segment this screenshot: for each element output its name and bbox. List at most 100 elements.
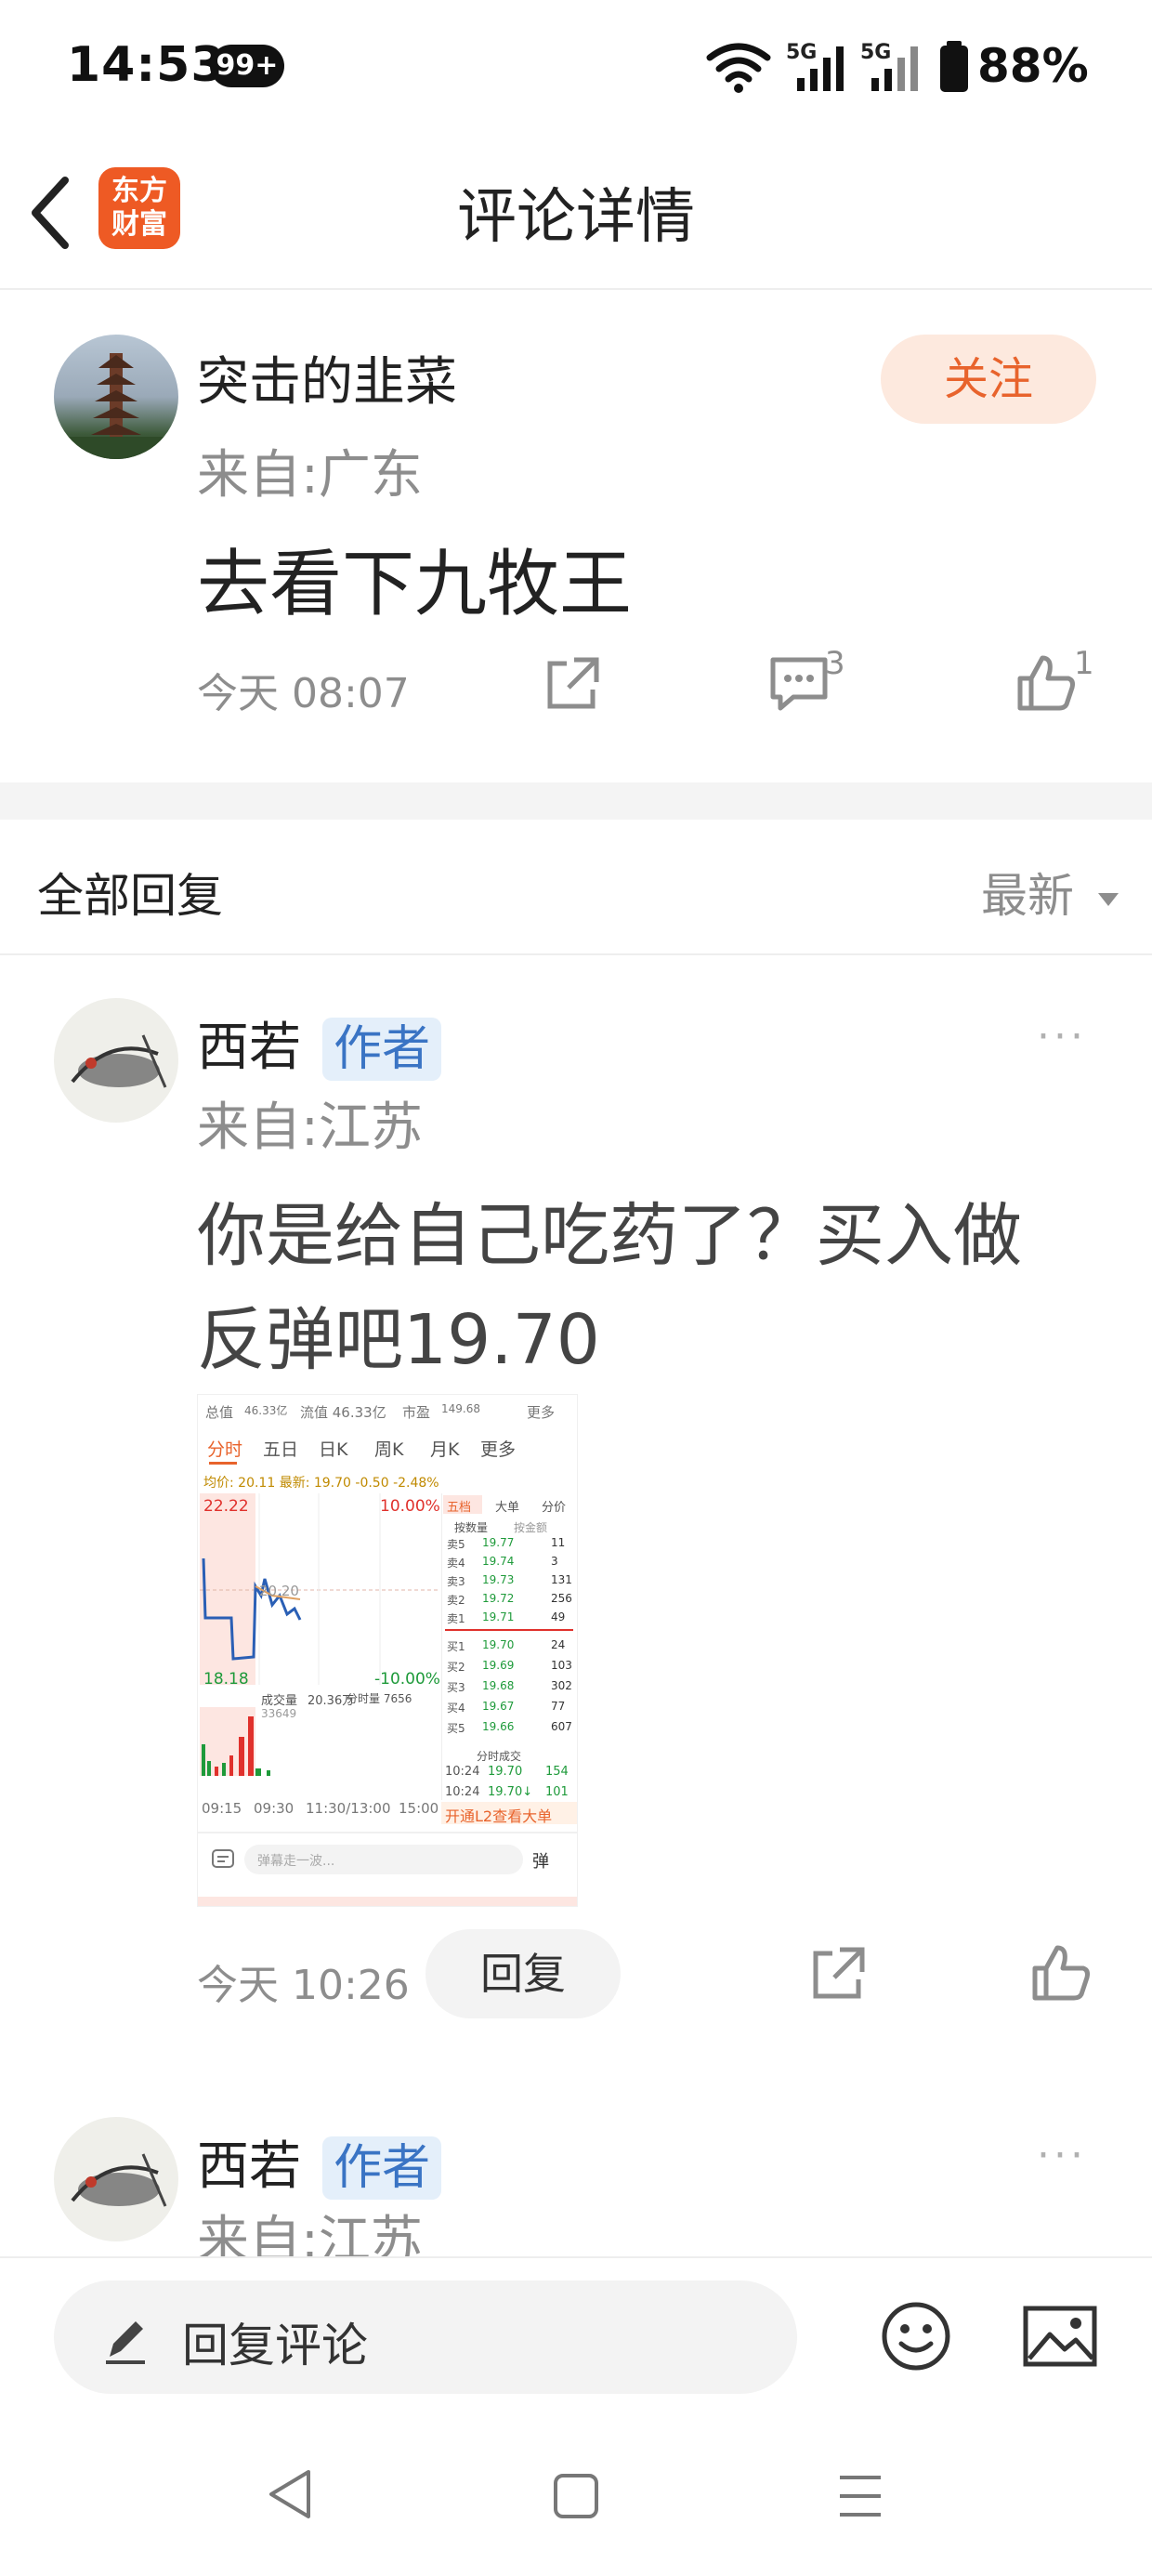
like-icon[interactable] — [1013, 651, 1080, 717]
bids-4-qty: 607 — [551, 1720, 572, 1733]
image-icon[interactable] — [1022, 2303, 1098, 2370]
battery-icon — [940, 41, 968, 92]
bids-2-qty: 302 — [551, 1679, 572, 1692]
thumb-price-line: 均价: 20.11 最新: 19.70 -0.50 -2.48% — [203, 1476, 439, 1491]
asks-0-price: 19.77 — [482, 1536, 515, 1549]
more-options-button[interactable]: ··· — [1037, 1013, 1087, 1060]
wifi-icon — [706, 43, 771, 93]
asks-1-label: 卖4 — [447, 1557, 465, 1570]
danmaku-button: 弹 — [532, 1852, 549, 1872]
nav-menu-icon[interactable] — [834, 2472, 886, 2520]
asks-4-qty: 49 — [551, 1610, 566, 1623]
tick-1-price: 19.70↓ — [488, 1785, 533, 1799]
asks-2-label: 卖3 — [447, 1575, 465, 1588]
battery-percent: 88% — [977, 39, 1089, 93]
l2-banner: 开通L2查看大单 — [445, 1807, 553, 1825]
follow-button[interactable]: 关注 — [881, 335, 1096, 424]
signal-icon-1 — [797, 46, 844, 91]
reply-username[interactable]: 西若 — [197, 1018, 301, 1078]
comment-icon[interactable] — [766, 651, 832, 717]
sort-dropdown[interactable]: 最新 — [981, 859, 1122, 926]
tick-0-qty: 154 — [545, 1765, 569, 1779]
thumb-high-pct: 10.00% — [380, 1497, 440, 1516]
thumb-tab-underline — [209, 1462, 237, 1465]
header-divider — [0, 288, 1152, 290]
thumb-bottom-strip — [198, 1897, 577, 1906]
thumb-top-pe: 市盈 — [402, 1404, 431, 1421]
thumb-mid-price: 20.20 — [259, 1583, 299, 1599]
bids-1-label: 买2 — [447, 1661, 465, 1674]
asks-0-qty: 11 — [551, 1536, 566, 1549]
thumb-top-total: 总值 — [205, 1404, 234, 1421]
share-icon[interactable] — [539, 651, 606, 717]
bids-0-label: 买1 — [447, 1640, 465, 1653]
reply-content-line-2: 反弹吧19.70 — [197, 1300, 600, 1380]
tick-header: 分时成交 — [477, 1750, 522, 1763]
thumb-volume-extra: 分时量 7656 — [347, 1692, 412, 1705]
bids-3-label: 买4 — [447, 1702, 465, 1715]
thumb-top-total-value: 46.33亿 — [244, 1404, 288, 1417]
tick-0-price: 19.70 — [488, 1765, 523, 1779]
reply-2-user-row: 西若 作者 — [197, 2124, 442, 2200]
thumb-volume-count: 33649 — [261, 1707, 297, 1720]
post-user-avatar[interactable] — [54, 335, 178, 459]
reply-user-avatar[interactable] — [54, 998, 178, 1123]
tick-1-qty: 101 — [545, 1785, 569, 1799]
bids-4-price: 19.66 — [482, 1720, 515, 1733]
reply-button[interactable]: 回复 — [425, 1929, 621, 2018]
thumb-top-pe-value: 149.68 — [441, 1402, 480, 1415]
attached-image[interactable]: 总值 46.33亿 流值 46.33亿 市盈 149.68 更多 分时 五日 日… — [197, 1394, 578, 1907]
tick-1-time: 10:24 — [445, 1785, 480, 1799]
reply-share-icon[interactable] — [805, 1940, 871, 2007]
pencil-icon — [106, 2321, 145, 2364]
nav-home-icon[interactable] — [550, 2470, 602, 2522]
asks-3-qty: 256 — [551, 1592, 572, 1605]
bids-3-price: 19.67 — [482, 1700, 515, 1713]
thumb-tab-intraday: 分时 — [207, 1439, 243, 1460]
post-location: 来自:广东 — [197, 445, 423, 506]
reply-2-more-options-button[interactable]: ··· — [1037, 2132, 1087, 2179]
sort-label: 最新 — [981, 869, 1074, 923]
thumb-tab-more: 更多 — [480, 1439, 517, 1460]
reply-2-user-avatar[interactable] — [54, 2117, 178, 2241]
book-header-amount: 按金额 — [514, 1521, 548, 1534]
reply-location: 来自:江苏 — [197, 1097, 423, 1158]
ink-painting-image — [71, 1034, 167, 1088]
book-spread-line — [445, 1629, 573, 1631]
asks-1-price: 19.74 — [482, 1555, 515, 1568]
reply-2-username[interactable]: 西若 — [197, 2136, 301, 2197]
asks-4-label: 卖1 — [447, 1612, 465, 1625]
signal-icon-2 — [871, 46, 918, 91]
section-separator — [0, 782, 1152, 820]
pagoda-image — [54, 353, 178, 459]
page-title: 评论详情 — [457, 183, 695, 252]
caret-down-icon — [1097, 892, 1119, 906]
danmaku-icon — [212, 1849, 234, 1868]
reply-comment-input[interactable] — [54, 2280, 797, 2394]
bottom-bar-divider — [0, 2256, 1152, 2258]
author-tag: 作者 — [322, 1018, 442, 1081]
all-replies-title: 全部回复 — [37, 869, 223, 923]
asks-4-price: 19.71 — [482, 1610, 515, 1623]
thumb-top-float: 流值 46.33亿 — [300, 1404, 386, 1421]
bids-2-price: 19.68 — [482, 1679, 515, 1692]
book-header-qty: 按数量 — [454, 1521, 489, 1534]
post-username[interactable]: 突击的韭菜 — [197, 340, 457, 415]
asks-3-label: 卖2 — [447, 1594, 465, 1607]
post-time: 今天 08:07 — [197, 670, 410, 717]
thumb-tab-daily: 日K — [319, 1439, 348, 1460]
nav-back-icon[interactable] — [264, 2466, 316, 2522]
bids-0-price: 19.70 — [482, 1638, 515, 1651]
reply-time: 今天 10:26 — [197, 1962, 410, 2009]
thumb-top-more: 更多 — [527, 1404, 556, 1421]
reply-input-placeholder: 回复评论 — [182, 2319, 368, 2372]
book-tab-five: 五档 — [447, 1501, 472, 1515]
status-time: 14:53 — [67, 37, 226, 93]
post-content: 去看下九牧王 — [197, 543, 633, 626]
thumb-tab-weekly: 周K — [374, 1439, 404, 1460]
emoji-icon[interactable] — [879, 2299, 953, 2373]
comment-count: 3 — [825, 645, 845, 682]
reply-like-icon[interactable] — [1028, 1940, 1094, 2007]
reply-user-row: 西若 作者 — [197, 1005, 442, 1081]
status-bar: 14:53 99+ 5G 5G 88% — [0, 0, 1152, 139]
